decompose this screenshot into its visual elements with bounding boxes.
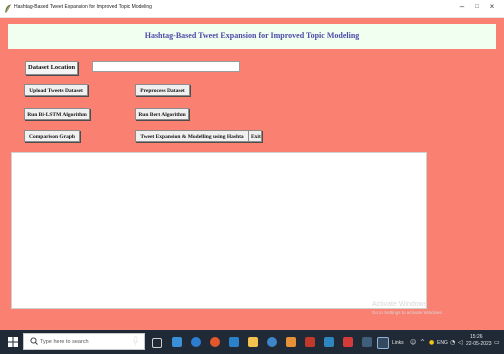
- people-icon[interactable]: ☺: [410, 339, 416, 346]
- run-bert-button[interactable]: Run Bert Algorithm: [135, 108, 189, 120]
- app-icon-5[interactable]: [305, 337, 315, 347]
- page-title: Hashtag-Based Tweet Expansion for Improv…: [144, 31, 360, 40]
- clock-time[interactable]: 15:26: [470, 334, 483, 340]
- links-toolbar-label[interactable]: Links: [392, 340, 404, 346]
- app-icon-8[interactable]: [362, 337, 372, 347]
- output-text-area[interactable]: [11, 152, 427, 309]
- python-app-icon[interactable]: [377, 337, 389, 349]
- app-icon-3[interactable]: [267, 337, 277, 347]
- exit-button[interactable]: Exit: [248, 130, 262, 142]
- app-icon-1[interactable]: [172, 337, 182, 347]
- feather-icon: [5, 4, 11, 13]
- activation-watermark-title: Activate Windows: [372, 301, 428, 308]
- app-icon-7[interactable]: [343, 337, 353, 347]
- window-titlebar[interactable]: Hashtag-Based Tweet Expansion for Improv…: [0, 0, 504, 18]
- app-icon-6[interactable]: [324, 337, 334, 347]
- close-button[interactable]: ×: [486, 2, 498, 11]
- app-icon-4[interactable]: [286, 337, 296, 347]
- app-icon-2[interactable]: [191, 337, 201, 347]
- taskbar-search-box[interactable]: Type here to search: [23, 333, 145, 350]
- heading-band: Hashtag-Based Tweet Expansion for Improv…: [8, 24, 496, 49]
- tweet-expansion-button[interactable]: Tweet Expansion & Modelling using Hashta: [135, 130, 249, 142]
- comparison-graph-button[interactable]: Comparison Graph: [24, 130, 80, 142]
- activation-watermark-subtitle: Go to Settings to activate Windows.: [372, 310, 444, 315]
- chrome-icon[interactable]: [210, 337, 220, 347]
- maximize-button[interactable]: □: [471, 4, 483, 10]
- chevron-up-icon[interactable]: ^: [420, 339, 425, 346]
- volume-icon[interactable]: ◁: [458, 339, 463, 346]
- dataset-location-label: Dataset Location: [25, 61, 79, 75]
- windows-start-icon[interactable]: [8, 337, 18, 347]
- microphone-icon[interactable]: [133, 336, 138, 346]
- preprocess-dataset-button[interactable]: Preprocess Dataset: [135, 84, 190, 96]
- window-title: Hashtag-Based Tweet Expansion for Improv…: [14, 4, 152, 10]
- search-placeholder: Type here to search: [40, 339, 89, 345]
- network-icon[interactable]: ◔: [450, 339, 455, 346]
- file-explorer-icon[interactable]: [248, 337, 258, 347]
- search-icon: [30, 337, 38, 345]
- app-client-area: Hashtag-Based Tweet Expansion for Improv…: [0, 18, 504, 330]
- minimize-button[interactable]: –: [456, 2, 468, 11]
- dataset-location-input[interactable]: [92, 61, 240, 72]
- language-indicator[interactable]: ENG: [437, 340, 448, 346]
- clock-date[interactable]: 22-05-2023: [466, 341, 492, 347]
- edge-icon[interactable]: [229, 337, 239, 347]
- weather-icon[interactable]: ●: [429, 339, 434, 346]
- run-bilstm-button[interactable]: Run Bi-LSTM Algorithm: [24, 108, 90, 120]
- upload-dataset-button[interactable]: Upload Tweets Dataset: [24, 84, 88, 96]
- task-view-icon[interactable]: [152, 338, 162, 348]
- notifications-icon[interactable]: ▭: [494, 339, 500, 346]
